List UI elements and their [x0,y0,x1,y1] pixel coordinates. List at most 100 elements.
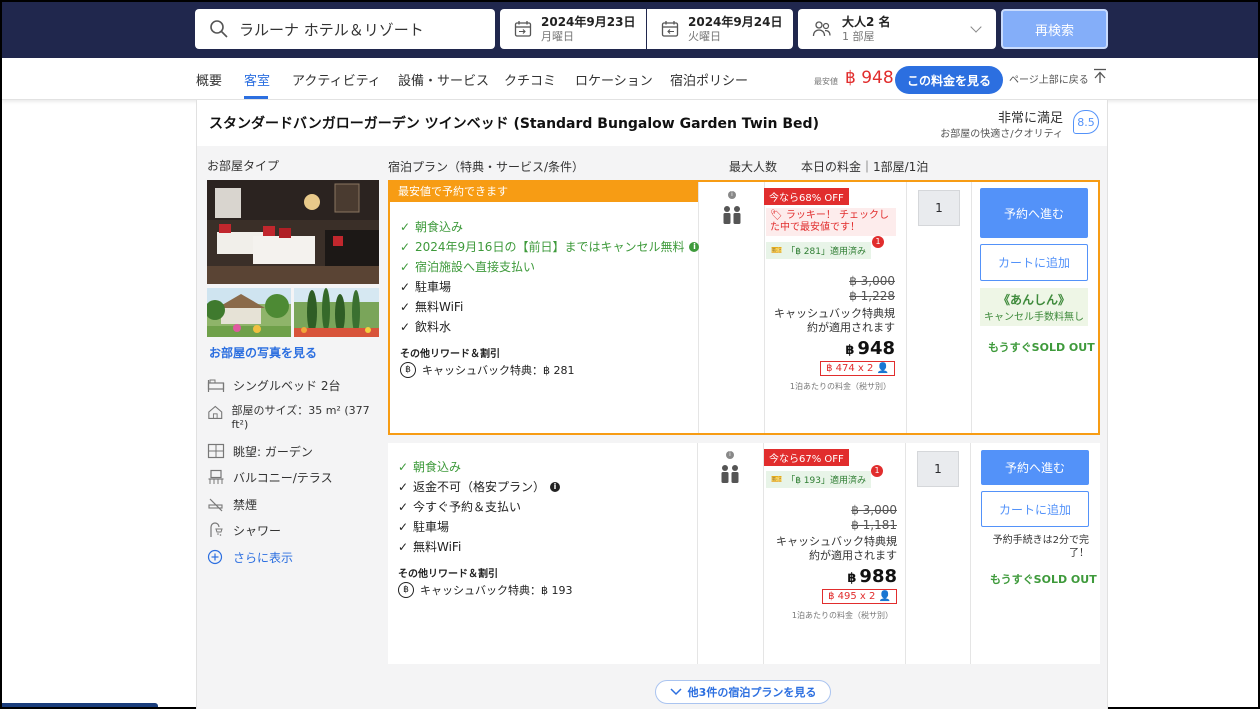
guests-value: 大人2 名 [842,14,891,29]
divider [698,182,699,433]
checkout-field[interactable]: 2024年9月24日 火曜日 [647,9,793,49]
calendar-checkin-icon [514,21,532,37]
check-icon: ✓ [400,319,411,334]
feature-wifi: ✓ 無料WiFi [398,538,461,555]
sold-out-soon: もうすぐSOLD OUT [990,573,1097,586]
divider [970,443,971,664]
research-button[interactable]: 再検索 [1001,9,1108,49]
final-price-value: 948 [857,338,895,359]
divider [763,443,764,664]
lucky-lowest-note: 🏷 ラッキー！ チェックした中で最安値です！ [766,208,896,236]
chevron-down-icon [670,688,682,696]
tab-location[interactable]: ロケーション [575,70,653,89]
amenity-bed: シングルベッド 2台 [207,377,340,394]
room-type-heading: お部屋タイプ [207,159,280,173]
room-photo-cypress[interactable] [294,288,379,337]
tab-overview[interactable]: 概要 [196,70,222,89]
lucky-text: ラッキー！ チェックした中で最安値です！ [770,210,890,233]
tab-reviews[interactable]: クチコミ [504,70,556,89]
amenity-nonsmoking: 禁煙 [207,496,257,513]
satisfaction-sub: お部屋の快適さ/クオリティ [940,129,1063,140]
min-price: ฿ 948 [845,68,894,88]
check-icon: ✓ [398,479,409,494]
feature-water: ✓ 飲料水 [400,318,451,335]
see-room-photos-link[interactable]: お部屋の写真を見る [209,344,317,361]
tab-rooms[interactable]: 客室 [244,70,270,89]
room-quantity-select[interactable]: 1 [918,190,960,226]
cashback-terms-note: キャッシュバック特典規約が適用されます [774,307,895,334]
property-nav: 概要 客室 アクティビティ 設備・サービス クチコミ ロケーション 宿泊ポリシー… [2,58,1258,100]
room-card: スタンダードバンガローガーデン ツインベッド (Standard Bungalo… [196,100,1108,709]
more-plans-label: 他3件の宿泊プランを見る [687,686,817,699]
feature-wifi: ✓ 無料WiFi [400,298,463,315]
crossed-price: ฿ 1,181 [851,518,897,532]
feature-text: 駐車場 [413,520,450,534]
check-icon: ✓ [398,539,409,554]
two-persons-icon [723,206,741,224]
room-header: スタンダードバンガローガーデン ツインベッド (Standard Bungalo… [197,100,1107,146]
feature-pay-at-property: ✓ 宿泊施設へ直接支払い [400,258,535,275]
info-icon[interactable]: i [550,481,561,492]
ticket-icon: 🎫 [771,245,783,256]
feature-breakfast: ✓ 朝食込み [398,458,461,475]
search-bar: ラルーナ ホテル＆リゾート 2024年9月23日 月曜日 2024年9月24日 … [2,2,1258,58]
occupancy-info-icon[interactable]: i [728,191,736,199]
back-to-top-link[interactable]: ページ上部に戻る [1009,71,1089,86]
room-photo-main[interactable] [207,180,379,284]
amenity-balcony: バルコニー/テラス [207,469,333,486]
plan-column-header: 宿泊プラン（特典・サービス/条件） [388,160,585,174]
rooms-value: 1 部屋 [842,29,875,43]
feature-non-refundable: ✓ 返金不可（格安プラン） i [398,478,561,495]
final-price-value: 988 [859,566,897,587]
calendar-checkout-icon [661,21,679,37]
divider [697,443,698,664]
feature-text: 無料WiFi [413,540,462,554]
notification-badge: 1 [872,236,884,248]
arrow-up-icon[interactable] [1093,68,1107,84]
checkout-day: 火曜日 [688,29,721,43]
book-button[interactable]: 予約へ進む [981,450,1089,485]
divider [906,182,907,433]
feature-parking: ✓ 駐車場 [398,518,449,535]
satisfaction-label: 非常に満足 [997,111,1063,126]
baht-coin-icon: ฿ [398,582,414,598]
show-more-plans-button[interactable]: 他3件の宿泊プランを見る [655,680,831,704]
tab-policies[interactable]: 宿泊ポリシー [670,70,748,89]
room-photo-garden[interactable] [205,288,291,337]
add-to-cart-button[interactable]: カートに追加 [981,491,1089,527]
cashback-terms-note: キャッシュバック特典規約が適用されます [776,535,897,562]
anshin-badge: 《あんしん》 キャンセル手数料無し [980,288,1088,326]
destination-field[interactable]: ラルーナ ホテル＆リゾート [195,9,495,49]
room-title: スタンダードバンガローガーデン ツインベッド (Standard Bungalo… [209,116,819,132]
original-price: ฿ 3,000 [849,274,895,288]
price-per-person: ฿ 474 x 2 👤 [820,361,895,376]
check-icon: ✓ [398,499,409,514]
checkin-field[interactable]: 2024年9月23日 月曜日 [500,9,646,49]
room-quantity-select[interactable]: 1 [917,451,959,487]
add-to-cart-button[interactable]: カートに追加 [980,244,1088,281]
tab-facilities[interactable]: 設備・サービス [398,70,489,89]
cashback-text: キャッシュバック特典：฿ 281 [422,364,575,377]
garden-photo-image [205,288,291,337]
see-price-button[interactable]: この料金を見る [895,66,1003,94]
people-icon [812,21,831,37]
feature-text: 返金不可（格安プラン） [413,480,546,494]
info-icon[interactable]: i [689,241,700,252]
rate-plan-2: ✓ 朝食込み ✓ 返金不可（格安プラン） i ✓ 今すぐ予約＆支払い ✓ 駐車場 ✓ 無料W… [388,443,1100,664]
search-icon [210,20,228,38]
rewards-title: その他リワード＆割引 [398,569,498,580]
check-icon: ✓ [400,279,411,294]
final-price: ฿ 988 [847,566,897,587]
house-icon [208,405,223,419]
guests-field[interactable]: 大人2 名 1 部屋 [798,9,996,49]
amenity-shower: シャワー [207,522,281,539]
per-night-note: 1泊あたりの料金（税サ別） [789,382,891,391]
show-more-amenities[interactable]: さらに表示 [207,549,293,566]
no-smoking-icon [208,498,223,512]
check-icon: ✓ [400,259,411,274]
tab-activities[interactable]: アクティビティ [292,70,381,89]
occupancy-info-icon[interactable]: i [726,451,734,459]
feature-text: 無料WiFi [415,300,464,314]
show-more-label: さらに表示 [233,551,294,565]
book-button[interactable]: 予約へ進む [980,188,1088,238]
